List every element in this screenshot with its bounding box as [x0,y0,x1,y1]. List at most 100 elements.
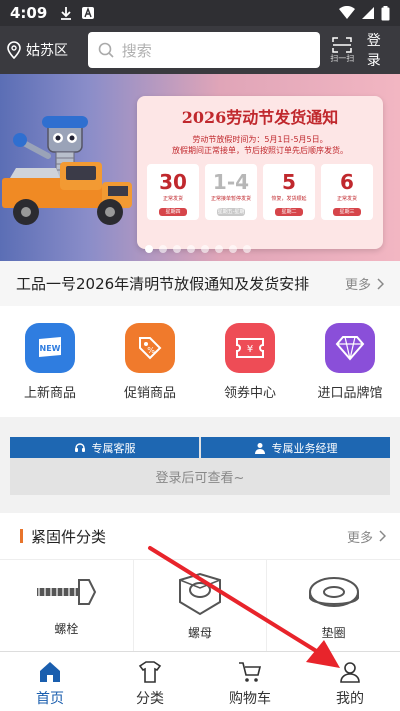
quick-item-import-brands[interactable]: 进口品牌馆 [305,322,395,401]
search-input[interactable]: 搜索 [87,32,320,68]
scan-icon [332,36,352,53]
truck-mascot-illustration [2,116,132,225]
tab-label: 购物车 [229,691,271,707]
shirt-icon [138,661,162,683]
promo-banner[interactable]: 2026劳动节发货通知 劳动节放假时间为：5月1日-5月5日。 放假期间正常接单… [0,74,400,261]
category-title: 紧固件分类 [31,527,107,546]
weekday-badge: 星期三 [333,208,361,216]
date-note: 恢复，发货顺延 [271,196,307,202]
location-pin-icon [7,41,21,59]
carousel-dot-active[interactable] [145,245,153,253]
notice-body-line2: 放假期间正常接单，节后按照订单先后顺序发货。 [172,146,348,155]
login-to-view-message[interactable]: 登录后可查看~ [10,458,390,495]
quick-item-promotions[interactable]: % 促销商品 [105,322,195,401]
quick-item-label: 上新商品 [23,385,76,401]
weekday-badge: 星期二 [275,208,303,216]
date-card: 30 正常发货 星期四 [147,164,199,220]
date-cards: 30 正常发货 星期四 1-4 正常接单暂停发货 星期五-星期一 5 恢复，发货… [143,164,377,223]
service-tabs: 专属客服 专属业务经理 [10,437,390,458]
quick-item-coupon-center[interactable]: ¥ 领券中心 [205,322,295,401]
tab-label: 专属业务经理 [271,441,338,455]
announcement-bar[interactable]: 工品一号2026年清明节放假通知及发货安排 更多 [0,261,400,306]
scan-label: 扫一扫 [330,53,355,63]
exclusive-service-panel: 专属客服 专属业务经理 登录后可查看~ [10,437,390,495]
tab-mine[interactable]: 我的 [300,652,400,711]
svg-text:NEW: NEW [40,344,61,353]
carousel-dot[interactable] [187,245,195,253]
announcement-text[interactable]: 工品一号2026年清明节放假通知及发货安排 [16,273,337,294]
date-note: 正常发货 [336,196,357,202]
weekday-badge: 星期四 [159,208,187,216]
category-more-link[interactable]: 更多 [347,527,386,546]
date-card: 5 恢复，发货顺延 星期二 [263,164,315,220]
category-header: 紧固件分类 更多 [0,513,400,560]
tab-account-manager[interactable]: 专属业务经理 [201,437,390,458]
notice-body-line1: 劳动节放假时间为：5月1日-5月5日。 [192,135,328,144]
fastener-category-section: 紧固件分类 更多 螺栓 螺母 垫圈 [0,513,400,653]
category-item-nut[interactable]: 螺母 [134,560,268,653]
carousel-dot[interactable] [173,245,181,253]
tab-exclusive-support[interactable]: 专属客服 [10,437,199,458]
section-accent-bar [20,529,23,543]
category-label: 垫圈 [321,626,346,640]
home-icon [40,662,60,682]
washer-icon [308,577,359,607]
more-label: 更多 [344,278,371,293]
headset-icon [74,442,85,452]
location-label: 姑苏区 [26,43,68,59]
tab-cart[interactable]: 购物车 [200,652,300,711]
svg-text:¥: ¥ [247,344,253,355]
coupon-icon: ¥ [225,322,275,373]
date-number: 6 [340,170,354,194]
quick-item-label: 领券中心 [223,385,276,401]
notice-body: 劳动节放假时间为：5月1日-5月5日。 放假期间正常接单，节后按照订单先后顺序发… [143,134,377,156]
announcement-more-link[interactable]: 更多 [345,274,384,293]
scan-button[interactable]: 扫一扫 [326,36,359,64]
carousel-dot[interactable] [243,245,251,253]
top-header: 姑苏区 搜索 扫一扫 登录 [0,26,400,74]
bottom-tab-bar: 首页 分类 购物车 我的 [0,651,400,711]
category-grid: 螺栓 螺母 垫圈 [0,560,400,653]
tab-category[interactable]: 分类 [100,652,200,711]
app-notification-icon [82,7,95,19]
download-icon [61,7,72,20]
date-card: 1-4 正常接单暂停发货 星期五-星期一 [205,164,257,223]
new-icon: NEW [25,322,75,373]
date-note: 正常接单暂停发货 [210,196,251,202]
location-selector[interactable]: 姑苏区 [6,40,88,60]
carousel-indicator[interactable] [145,245,251,253]
category-label: 螺栓 [54,622,79,636]
bolt-icon [37,579,97,605]
category-item-bolt[interactable]: 螺栓 [0,560,134,653]
carousel-dot[interactable] [201,245,209,253]
quick-item-new-products[interactable]: NEW 上新商品 [5,322,95,401]
tab-label: 分类 [136,691,164,707]
tab-label: 我的 [336,691,364,707]
chevron-right-icon [377,277,384,290]
tab-home[interactable]: 首页 [0,652,100,711]
chevron-right-icon [379,530,386,542]
category-item-washer[interactable]: 垫圈 [267,560,400,653]
search-icon [98,42,114,58]
quick-item-label: 进口品牌馆 [317,385,383,401]
more-label: 更多 [346,530,373,546]
status-time: 4:09 [10,4,48,22]
carousel-dot[interactable] [229,245,237,253]
nut-icon [179,572,221,616]
login-link[interactable]: 登录 [367,30,394,70]
date-number: 1-4 [212,170,250,194]
wifi-icon [339,6,355,19]
quick-menu: NEW 上新商品 % 促销商品 ¥ 领券中心 进口品牌馆 [0,306,400,417]
carousel-dot[interactable] [159,245,167,253]
date-note: 正常发货 [162,196,183,202]
date-number: 5 [282,170,296,194]
tag-icon: % [125,322,175,373]
tab-label: 首页 [36,691,64,707]
notice-title: 2026劳动节发货通知 [181,108,339,127]
battery-icon [381,5,390,20]
carousel-dot[interactable] [215,245,223,253]
diamond-icon [325,322,375,373]
search-placeholder: 搜索 [121,41,152,60]
weekday-badge: 星期五-星期一 [217,208,245,223]
cart-icon [239,662,262,682]
